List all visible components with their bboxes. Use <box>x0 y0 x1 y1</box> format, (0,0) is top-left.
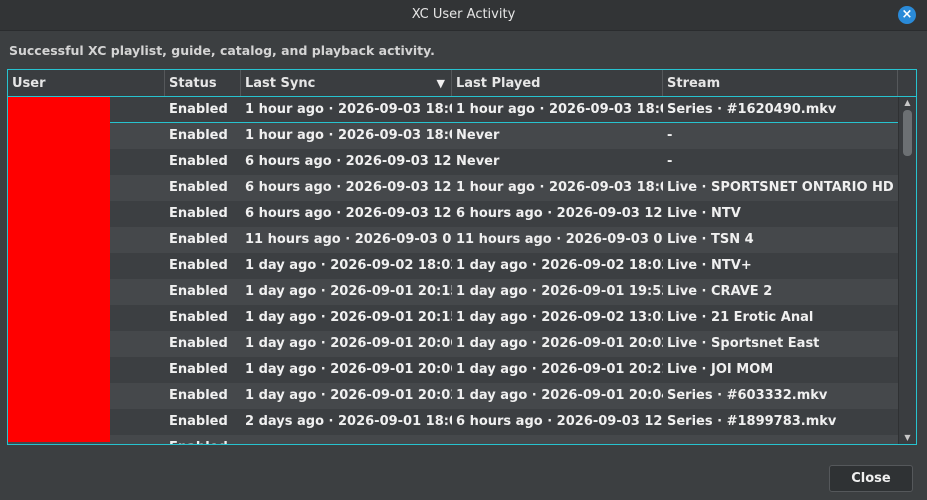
cell-last-played <box>452 435 663 444</box>
cell-last-played: 6 hours ago · 2026-09-03 12:53 <box>456 414 663 429</box>
cell-stream: Live · TSN 4 <box>667 232 754 247</box>
cell-stream: Series · #1620490.mkv <box>667 102 837 117</box>
table-row[interactable]: Enabled 1 day ago · 2026-09-01 20:06 1 day… <box>8 331 898 357</box>
column-header-last-played[interactable]: Last Played <box>452 70 663 96</box>
cell-stream: Live · SPORTSNET ONTARIO HD <box>667 180 894 195</box>
cell-stream: - <box>667 128 673 143</box>
cell-last-sync: 11 hours ago · 2026-09-03 08:02 <box>245 232 452 247</box>
table-row[interactable]: Enabled 1 day ago · 2026-09-02 18:03 1 day… <box>8 253 898 279</box>
column-header-last-sync-label: Last Sync <box>245 76 316 91</box>
table-row[interactable]: Enabled 1 day ago · 2026-09-01 20:15 1 day… <box>8 279 898 305</box>
cell-last-sync: 2 days ago · 2026-09-01 18:03 <box>245 414 452 429</box>
table-row[interactable]: Enabled <box>8 435 898 444</box>
cell-status: Enabled <box>169 232 228 247</box>
cell-status: Enabled <box>169 362 228 377</box>
table-row[interactable]: Enabled 6 hours ago · 2026-09-03 12:53 1 h… <box>8 175 898 201</box>
sort-descending-icon: ▼ <box>436 77 445 90</box>
cell-stream: Live · NTV+ <box>667 258 752 273</box>
cell-last-played: 1 day ago · 2026-09-01 20:04 <box>456 388 663 403</box>
activity-table: User Status Last Sync ▼ Last Played Stre… <box>7 69 917 445</box>
description-text: Successful XC playlist, guide, catalog, … <box>9 43 435 58</box>
cell-stream: Live · Sportsnet East <box>667 336 820 351</box>
scrollbar-thumb[interactable] <box>903 110 912 156</box>
cell-last-played: 1 day ago · 2026-09-01 20:21 <box>456 362 663 377</box>
cell-stream <box>663 435 898 444</box>
cell-last-sync: 6 hours ago · 2026-09-03 12:53 <box>245 180 452 195</box>
cell-status: Enabled <box>169 284 228 299</box>
cell-last-played: 1 hour ago · 2026-09-03 18:02 <box>456 180 663 195</box>
cell-stream: Live · CRAVE 2 <box>667 284 773 299</box>
cell-last-sync: 1 day ago · 2026-09-01 20:06 <box>245 336 452 351</box>
scroll-down-icon[interactable]: ▼ <box>899 432 916 444</box>
cell-last-sync: 1 day ago · 2026-09-01 20:15 <box>245 284 452 299</box>
cell-last-sync: 1 hour ago · 2026-09-03 18:03 <box>245 102 452 117</box>
cell-last-played: 1 day ago · 2026-09-01 19:53 <box>456 284 663 299</box>
cell-status: Enabled <box>169 258 228 273</box>
table-row[interactable]: Enabled 11 hours ago · 2026-09-03 08:02 11… <box>8 227 898 253</box>
cell-status: Enabled <box>169 336 228 351</box>
cell-stream: Series · #1899783.mkv <box>667 414 837 429</box>
cell-last-played: Never <box>456 128 500 143</box>
scroll-up-icon[interactable]: ▲ <box>899 97 916 109</box>
table-row[interactable]: Enabled 6 hours ago · 2026-09-03 12:48 6 h… <box>8 201 898 227</box>
close-button[interactable]: Close <box>829 465 913 492</box>
cell-status: Enabled <box>169 206 228 221</box>
table-row[interactable]: Enabled 1 day ago · 2026-09-01 20:15 1 day… <box>8 305 898 331</box>
column-header-user[interactable]: User <box>8 70 165 96</box>
table-row[interactable]: Enabled 1 hour ago · 2026-09-03 18:03 1 ho… <box>8 97 898 123</box>
cell-status: Enabled <box>169 180 228 195</box>
cell-last-sync: 1 day ago · 2026-09-01 20:03 <box>245 388 452 403</box>
cell-last-sync <box>241 435 452 444</box>
cell-last-sync: 1 hour ago · 2026-09-03 18:01 <box>245 128 452 143</box>
cell-status: Enabled <box>169 388 228 403</box>
cell-stream: Series · #603332.mkv <box>667 388 828 403</box>
cell-last-sync: 1 day ago · 2026-09-02 18:03 <box>245 258 452 273</box>
cell-stream: Live · 21 Erotic Anal <box>667 310 814 325</box>
table-row[interactable]: Enabled 6 hours ago · 2026-09-03 12:54 Nev… <box>8 149 898 175</box>
cell-last-played: 1 day ago · 2026-09-01 20:02 <box>456 336 663 351</box>
cell-status: Enabled <box>169 154 228 169</box>
cell-last-played: Never <box>456 154 500 169</box>
close-icon[interactable]: × <box>898 6 916 24</box>
title-bar: XC User Activity × <box>0 0 927 31</box>
cell-stream: - <box>667 154 673 169</box>
cell-status: Enabled <box>169 310 228 325</box>
cell-stream: Live · NTV <box>667 206 741 221</box>
cell-stream: Live · JOI MOM <box>667 362 774 377</box>
cell-last-sync: 6 hours ago · 2026-09-03 12:48 <box>245 206 452 221</box>
table-row[interactable]: Enabled 2 days ago · 2026-09-01 18:03 6 ho… <box>8 409 898 435</box>
cell-last-sync: 1 day ago · 2026-09-01 20:15 <box>245 310 452 325</box>
cell-status: Enabled <box>169 414 228 429</box>
cell-last-sync: 1 day ago · 2026-09-01 20:06 <box>245 362 452 377</box>
cell-last-played: 1 day ago · 2026-09-02 13:03 <box>456 310 663 325</box>
table-header: User Status Last Sync ▼ Last Played Stre… <box>8 70 916 97</box>
cell-status: Enabled <box>169 102 228 117</box>
redaction-block <box>8 97 110 442</box>
cell-last-played: 1 day ago · 2026-09-02 18:03 <box>456 258 663 273</box>
cell-status: Enabled <box>165 435 241 444</box>
column-header-stream[interactable]: Stream <box>663 70 898 96</box>
table-row[interactable]: Enabled 1 day ago · 2026-09-01 20:06 1 day… <box>8 357 898 383</box>
column-header-last-sync[interactable]: Last Sync ▼ <box>241 70 452 96</box>
table-row[interactable]: Enabled 1 hour ago · 2026-09-03 18:01 Neve… <box>8 123 898 149</box>
table-body: Enabled 1 hour ago · 2026-09-03 18:03 1 ho… <box>8 97 898 444</box>
window-title: XC User Activity <box>411 7 516 22</box>
cell-last-played: 6 hours ago · 2026-09-03 12:48 <box>456 206 663 221</box>
cell-status: Enabled <box>169 128 228 143</box>
cell-last-sync: 6 hours ago · 2026-09-03 12:54 <box>245 154 452 169</box>
column-header-status[interactable]: Status <box>165 70 241 96</box>
cell-last-played: 1 hour ago · 2026-09-03 18:03 <box>456 102 663 117</box>
table-row[interactable]: Enabled 1 day ago · 2026-09-01 20:03 1 day… <box>8 383 898 409</box>
cell-last-played: 11 hours ago · 2026-09-03 08:02 <box>456 232 663 247</box>
vertical-scrollbar[interactable]: ▲ ▼ <box>898 97 916 444</box>
